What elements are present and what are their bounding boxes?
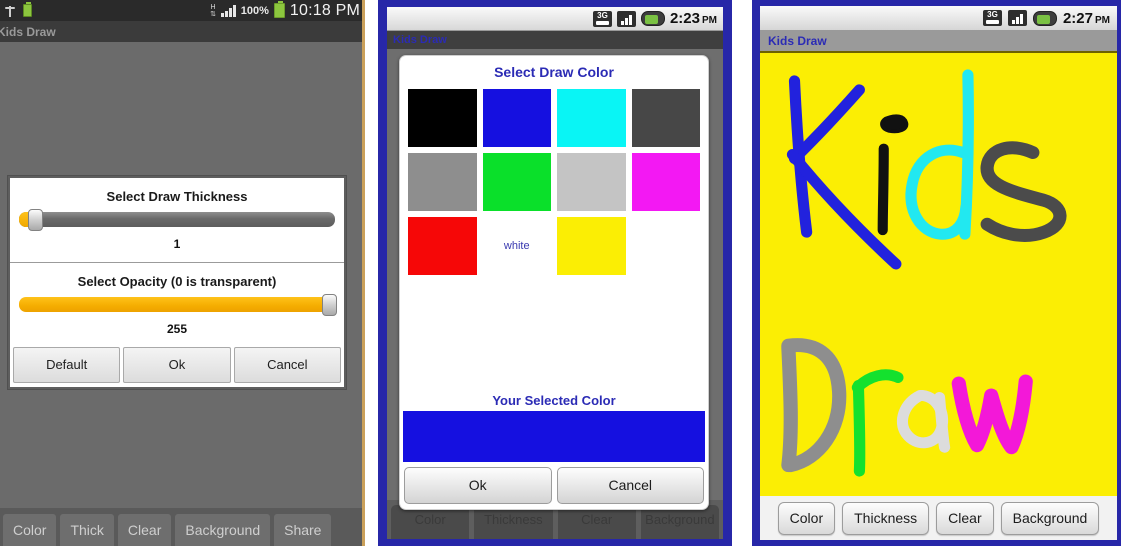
thickness-dialog: Select Draw Thickness 1 Select Opacity (… xyxy=(8,176,346,389)
panel-edge xyxy=(362,0,365,546)
color-swatch-lightgray[interactable] xyxy=(557,153,626,211)
drawing-svg xyxy=(781,69,1067,477)
status-clock-ampm: PM xyxy=(702,15,717,26)
color-picker-dialog: Select Draw Color white Your Selected Co… xyxy=(399,55,709,510)
app-title: Kids Draw xyxy=(393,34,447,46)
panel-body: Color Thickness Clear Background Select … xyxy=(387,49,723,539)
opacity-slider-thumb[interactable] xyxy=(322,294,337,316)
signal-bars-icon xyxy=(220,4,236,17)
app-title-bar: Kids Draw xyxy=(760,31,1117,51)
color-swatch-darkgray[interactable] xyxy=(631,89,700,147)
color-swatch-grid: white xyxy=(400,89,708,275)
bottom-toolbar: Color Thick Clear Background Share xyxy=(0,508,365,546)
app-title-bar: Kids Draw xyxy=(0,21,365,42)
screenshot-stage: H ⇅ 100% 10:18 PM Kids Draw Select Draw T… xyxy=(0,0,1121,546)
dialog-button-row: Default Ok Cancel xyxy=(10,345,344,387)
status-clock-time: 2:27 xyxy=(1062,9,1093,27)
toolbar-button-color[interactable]: Color xyxy=(391,505,470,539)
color-swatch-green[interactable] xyxy=(482,153,551,211)
thickness-label: Select Draw Thickness xyxy=(106,189,248,204)
usb-icon xyxy=(5,4,16,18)
opacity-section: Select Opacity (0 is transparent) 255 xyxy=(10,263,344,345)
status-clock: 10:18 PM xyxy=(289,1,360,19)
thickness-slider-track[interactable] xyxy=(19,209,335,231)
ok-button[interactable]: Ok xyxy=(123,347,231,383)
color-swatch-blue[interactable] xyxy=(482,89,551,147)
signal-bars-icon xyxy=(616,10,636,27)
color-dialog-title: Select Draw Color xyxy=(494,64,614,80)
thickness-slider-thumb[interactable] xyxy=(28,209,43,231)
toolbar-button-thick[interactable]: Thick xyxy=(60,514,114,546)
panel-color-dialog: 3G 2:23 PM Kids Draw Color Thickness Clea… xyxy=(378,0,732,546)
panel-thickness-dialog: H ⇅ 100% 10:18 PM Kids Draw Select Draw T… xyxy=(0,0,365,546)
status-clock: 2:23 PM xyxy=(670,10,717,27)
color-swatch-white[interactable]: white xyxy=(482,217,551,275)
opacity-slider[interactable] xyxy=(10,293,344,316)
3g-icon: 3G xyxy=(982,10,1002,26)
toolbar-button-share[interactable]: Share xyxy=(274,514,332,546)
dialog-spacer xyxy=(400,275,708,389)
color-swatch-yellow[interactable] xyxy=(557,217,626,275)
drawing-canvas[interactable] xyxy=(760,51,1117,496)
toolbar-button-clear[interactable]: Clear xyxy=(936,502,994,535)
panel-drawing: 3G 2:27 PM Kids Draw Color Thickness Cle… xyxy=(752,0,1121,546)
status-clock: 2:27 PM xyxy=(1063,10,1110,27)
app-title: Kids Draw xyxy=(0,24,56,39)
toolbar-button-clear[interactable]: Clear xyxy=(117,514,172,546)
status-bar: 3G 2:23 PM xyxy=(387,7,723,31)
toolbar-button-color[interactable]: Color xyxy=(3,514,57,546)
toolbar-button-thickness[interactable]: Thickness xyxy=(842,502,930,535)
default-button[interactable]: Default xyxy=(13,347,121,383)
color-swatch-red[interactable] xyxy=(408,217,477,275)
status-bar: 3G 2:27 PM xyxy=(760,6,1117,31)
battery-icon xyxy=(273,1,285,18)
status-bar: H ⇅ 100% 10:18 PM xyxy=(0,0,365,21)
opacity-value: 255 xyxy=(166,322,188,336)
ok-button[interactable]: Ok xyxy=(404,467,552,504)
toolbar-button-background[interactable]: Background xyxy=(640,505,719,539)
status-clock-ampm: PM xyxy=(1095,14,1110,26)
status-clock-time: 2:23 xyxy=(669,10,700,27)
selected-color-preview xyxy=(403,411,705,462)
toolbar-button-background[interactable]: Background xyxy=(175,514,271,546)
toolbar-button-clear[interactable]: Clear xyxy=(557,505,636,539)
color-swatch-empty xyxy=(632,217,701,275)
status-bar-right: H ⇅ 100% 10:18 PM xyxy=(210,1,365,20)
battery-icon xyxy=(1032,10,1057,26)
toolbar-button-background[interactable]: Background xyxy=(1000,502,1100,535)
status-bar-left xyxy=(0,2,32,18)
cancel-button[interactable]: Cancel xyxy=(556,467,704,504)
thickness-section: Select Draw Thickness 1 xyxy=(10,178,344,260)
selected-color-label: Your Selected Color xyxy=(492,393,616,408)
app-title: Kids Draw xyxy=(768,34,827,48)
signal-bars-icon xyxy=(1007,10,1027,26)
color-swatch-magenta[interactable] xyxy=(631,153,700,211)
battery-icon xyxy=(640,11,665,26)
bottom-toolbar: Color Thickness Clear Background xyxy=(760,496,1117,540)
color-swatch-gray[interactable] xyxy=(408,153,477,211)
toolbar-button-color[interactable]: Color xyxy=(777,502,836,535)
cancel-button[interactable]: Cancel xyxy=(233,347,341,383)
opacity-slider-track[interactable] xyxy=(19,294,337,316)
thickness-slider[interactable] xyxy=(10,208,344,231)
color-swatch-black[interactable] xyxy=(408,89,477,147)
toolbar-button-thickness[interactable]: Thickness xyxy=(474,505,553,539)
h-plus-network-icon: H ⇅ xyxy=(210,3,216,18)
opacity-label: Select Opacity (0 is transparent) xyxy=(77,274,277,289)
3g-icon: 3G xyxy=(592,10,612,27)
battery-percent: 100% xyxy=(240,4,269,17)
thickness-value: 1 xyxy=(173,237,181,251)
color-swatch-cyan[interactable] xyxy=(557,89,626,147)
battery-icon xyxy=(23,2,32,17)
dialog-button-row: Ok Cancel xyxy=(400,462,708,509)
app-title-bar: Kids Draw xyxy=(387,31,723,49)
